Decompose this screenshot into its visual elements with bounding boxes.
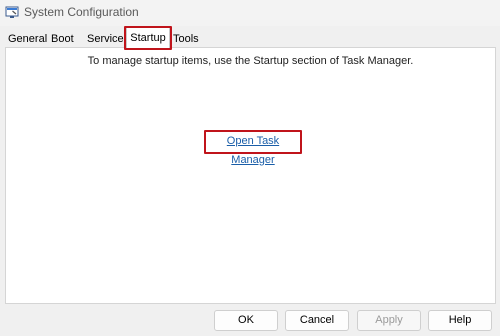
- startup-message: To manage startup items, use the Startup…: [87, 55, 414, 67]
- tab-services[interactable]: Services: [87, 31, 129, 47]
- help-button[interactable]: Help: [428, 310, 492, 331]
- tab-boot[interactable]: Boot: [51, 31, 74, 47]
- startup-panel: To manage startup items, use the Startup…: [5, 47, 496, 304]
- system-configuration-icon: [5, 6, 19, 18]
- tab-strip: General Boot Services Tools: [0, 26, 500, 48]
- task-manager-link-highlight: Open Task Manager: [204, 130, 302, 166]
- open-task-manager-link[interactable]: Open Task Manager: [206, 132, 300, 166]
- tab-startup[interactable]: Startup: [126, 27, 170, 48]
- tab-tools[interactable]: Tools: [173, 31, 199, 47]
- apply-button[interactable]: Apply: [357, 310, 421, 331]
- title-bar: System Configuration: [0, 0, 500, 26]
- tab-general[interactable]: General: [8, 31, 47, 47]
- ok-button[interactable]: OK: [214, 310, 278, 331]
- window-title: System Configuration: [24, 5, 139, 19]
- cancel-button[interactable]: Cancel: [285, 310, 349, 331]
